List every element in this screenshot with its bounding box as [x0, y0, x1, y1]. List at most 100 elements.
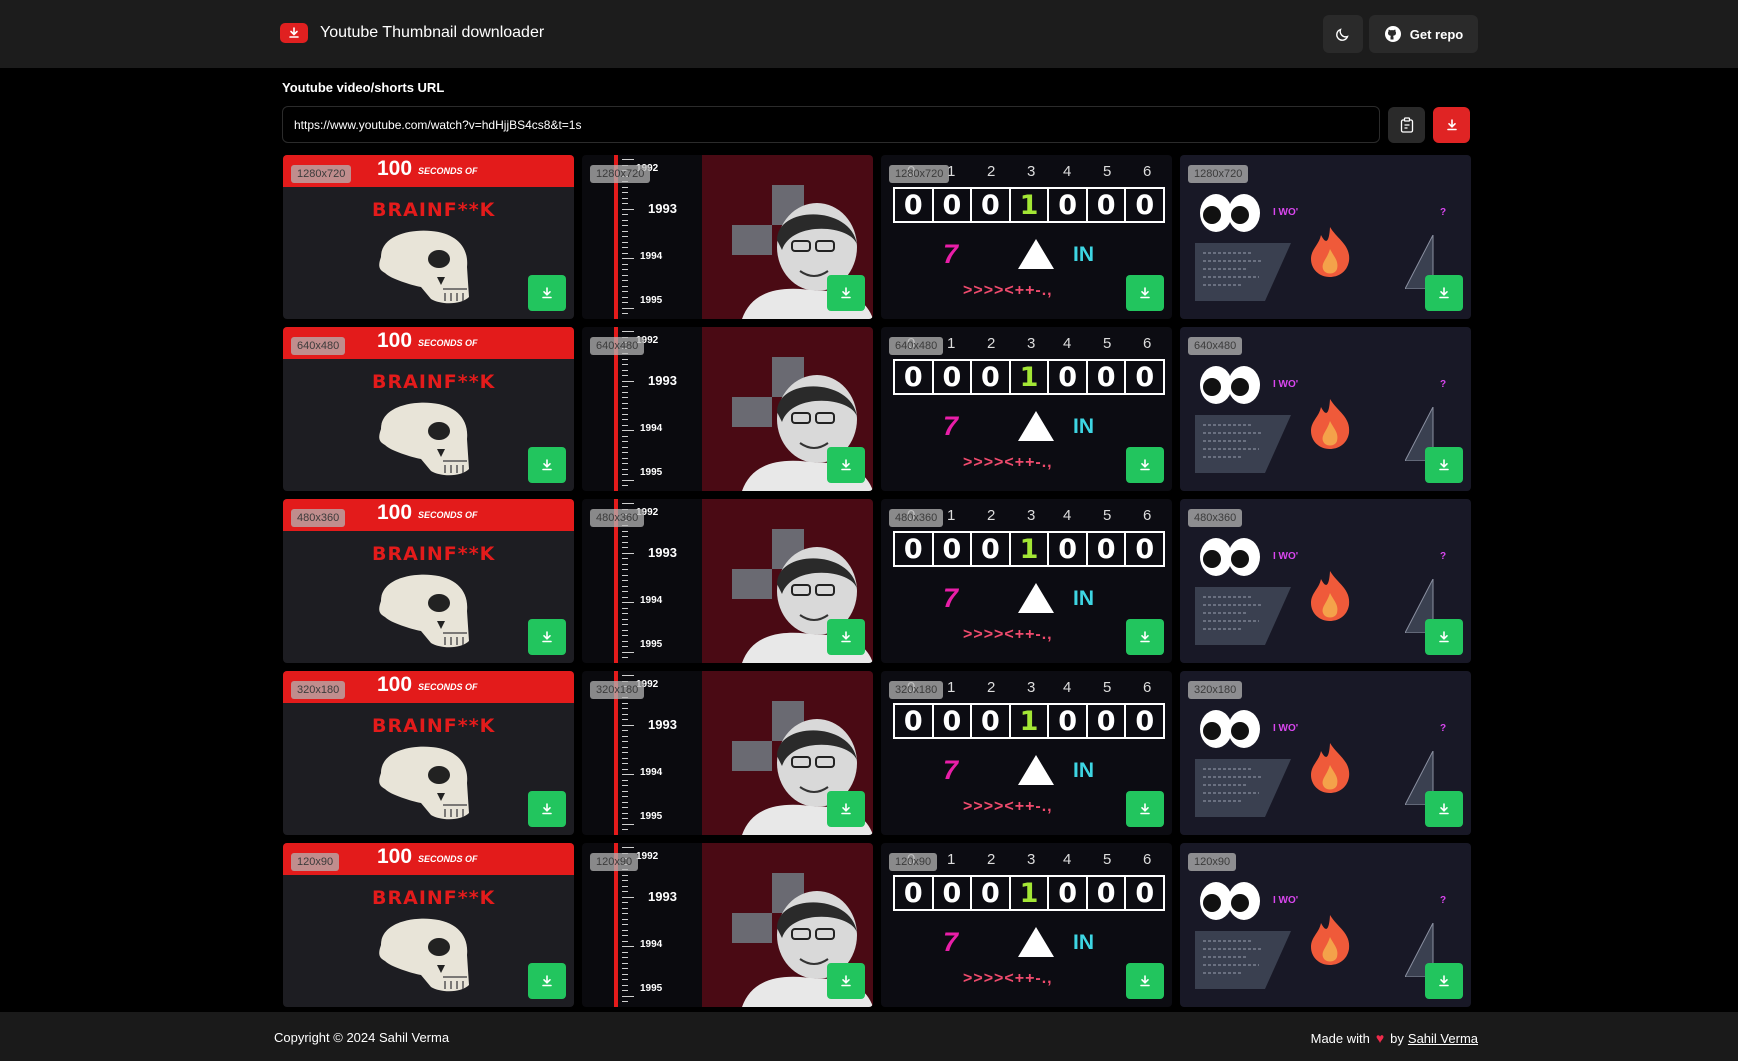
- timeline-tick: [622, 807, 628, 808]
- timeline-tick: [622, 302, 628, 303]
- thumbnail-grid: 100 SECONDS OF BRAINF**K 1280x720 1992 1…: [283, 155, 1471, 1007]
- download-button[interactable]: [1126, 447, 1164, 483]
- download-button[interactable]: [827, 275, 865, 311]
- thumbnail-card: 100 SECONDS OF BRAINF**K 320x180: [283, 671, 574, 835]
- resolution-badge: 120x90: [590, 853, 639, 871]
- in-label: IN: [1073, 587, 1094, 610]
- download-button[interactable]: [528, 447, 566, 483]
- download-button[interactable]: [1425, 447, 1463, 483]
- timeline-tick: [622, 618, 628, 620]
- made-with: Made with ♥ by Sahil Verma: [1311, 1030, 1478, 1046]
- download-button[interactable]: [1126, 791, 1164, 827]
- download-icon: [1439, 975, 1449, 987]
- timeline-tick: [622, 452, 628, 453]
- brand[interactable]: Youtube Thumbnail downloader: [280, 23, 544, 43]
- year-label: 1993: [648, 889, 677, 904]
- timeline-tick: [622, 741, 628, 742]
- timeline-tick: [622, 812, 628, 814]
- tape-cell: 0: [934, 705, 973, 737]
- tape-cell: 0: [895, 533, 934, 565]
- thumb-number: 100: [377, 501, 413, 524]
- footer: Copyright © 2024 Sahil Verma Made with ♥…: [0, 1012, 1738, 1061]
- tape-index: 1: [947, 507, 956, 524]
- timeline-tick: [622, 541, 628, 543]
- timeline-tick: [622, 613, 628, 614]
- tape-index: 3: [1027, 335, 1036, 352]
- timeline-tick: [622, 307, 634, 309]
- download-button[interactable]: [1126, 963, 1164, 999]
- timeline-tick: [622, 847, 634, 848]
- timeline-tick: [622, 457, 628, 459]
- thumbnail-card: 0 1 2 3 4 5 6 0 0 0 1 0 0 0 7 IN >>>><++…: [881, 327, 1172, 491]
- download-button[interactable]: [1425, 791, 1463, 827]
- pointer-triangle-icon: [1018, 583, 1054, 613]
- timeline-tick: [622, 580, 628, 581]
- tape-cell: 0: [895, 189, 934, 221]
- download-button[interactable]: [1425, 275, 1463, 311]
- tape-index: 2: [987, 335, 996, 352]
- thumbnail-card: 0 1 2 3 4 5 6 0 0 0 1 0 0 0 7 IN >>>><++…: [881, 155, 1172, 319]
- tape-index: 1: [947, 679, 956, 696]
- timeline-tick: [622, 730, 628, 731]
- download-button[interactable]: [1126, 275, 1164, 311]
- heart-icon: ♥: [1375, 1030, 1385, 1046]
- thumbnail-card: 1992 1993 1994 1995 480x360: [582, 499, 873, 663]
- code-label: >>>><++-.,: [963, 626, 1053, 643]
- tape-cell: 0: [934, 361, 973, 393]
- download-button[interactable]: [1126, 619, 1164, 655]
- download-button[interactable]: [528, 791, 566, 827]
- download-button[interactable]: [827, 447, 865, 483]
- thumbnail-card: 100 SECONDS OF BRAINF**K 120x90: [283, 843, 574, 1007]
- tape-cell: 1: [1011, 189, 1050, 221]
- paste-button[interactable]: [1388, 107, 1425, 143]
- timeline-tick: [622, 968, 628, 969]
- app-title: Youtube Thumbnail downloader: [320, 24, 545, 41]
- theme-toggle-button[interactable]: [1323, 15, 1363, 53]
- fetch-thumbnails-button[interactable]: [1433, 107, 1470, 143]
- timeline-tick: [622, 296, 628, 298]
- download-button[interactable]: [528, 963, 566, 999]
- author-link[interactable]: Sahil Verma: [1408, 1031, 1478, 1046]
- thumb-title: BRAINF**K: [372, 199, 496, 221]
- tape-index: 5: [1103, 163, 1112, 180]
- question-label: ?: [1440, 895, 1447, 906]
- download-icon: [1140, 803, 1150, 815]
- tape-index: 6: [1143, 335, 1152, 352]
- url-input[interactable]: [282, 106, 1380, 143]
- resolution-badge: 640x480: [1188, 337, 1243, 355]
- googly-eyes-icon: [1200, 882, 1260, 920]
- memory-tape: 0 0 0 1 0 0 0: [893, 187, 1165, 223]
- timeline-tick: [622, 591, 628, 592]
- timeline-tick: [622, 602, 634, 603]
- tape-cell: 1: [1011, 705, 1050, 737]
- timeline-tick: [622, 752, 628, 753]
- timeline-tick: [622, 629, 628, 631]
- tape-cell: 0: [1049, 877, 1088, 909]
- timeline-tick: [622, 241, 628, 243]
- timeline-tick: [622, 413, 628, 415]
- download-button[interactable]: [827, 619, 865, 655]
- timeline-tick: [622, 318, 628, 319]
- tape-index: 6: [1143, 507, 1152, 524]
- download-button[interactable]: [1425, 619, 1463, 655]
- timeline-tick: [622, 785, 628, 786]
- download-button[interactable]: [1425, 963, 1463, 999]
- tape-index: 4: [1063, 163, 1072, 180]
- year-label: 1993: [648, 717, 677, 732]
- timeline-tick: [622, 463, 628, 464]
- download-button[interactable]: [827, 791, 865, 827]
- thumb-number: 100: [377, 157, 413, 180]
- timeline-tick: [622, 285, 628, 287]
- tape-cell: 0: [895, 877, 934, 909]
- download-button[interactable]: [827, 963, 865, 999]
- googly-eyes-icon: [1200, 366, 1260, 404]
- tape-cell: 0: [972, 533, 1011, 565]
- download-icon: [542, 631, 552, 643]
- get-repo-button[interactable]: Get repo: [1369, 15, 1478, 53]
- download-button[interactable]: [528, 275, 566, 311]
- download-button[interactable]: [528, 619, 566, 655]
- timeline-tick: [622, 891, 628, 892]
- tape-index: 3: [1027, 163, 1036, 180]
- tape-cell: 0: [972, 705, 1011, 737]
- timeline-tick: [622, 236, 628, 237]
